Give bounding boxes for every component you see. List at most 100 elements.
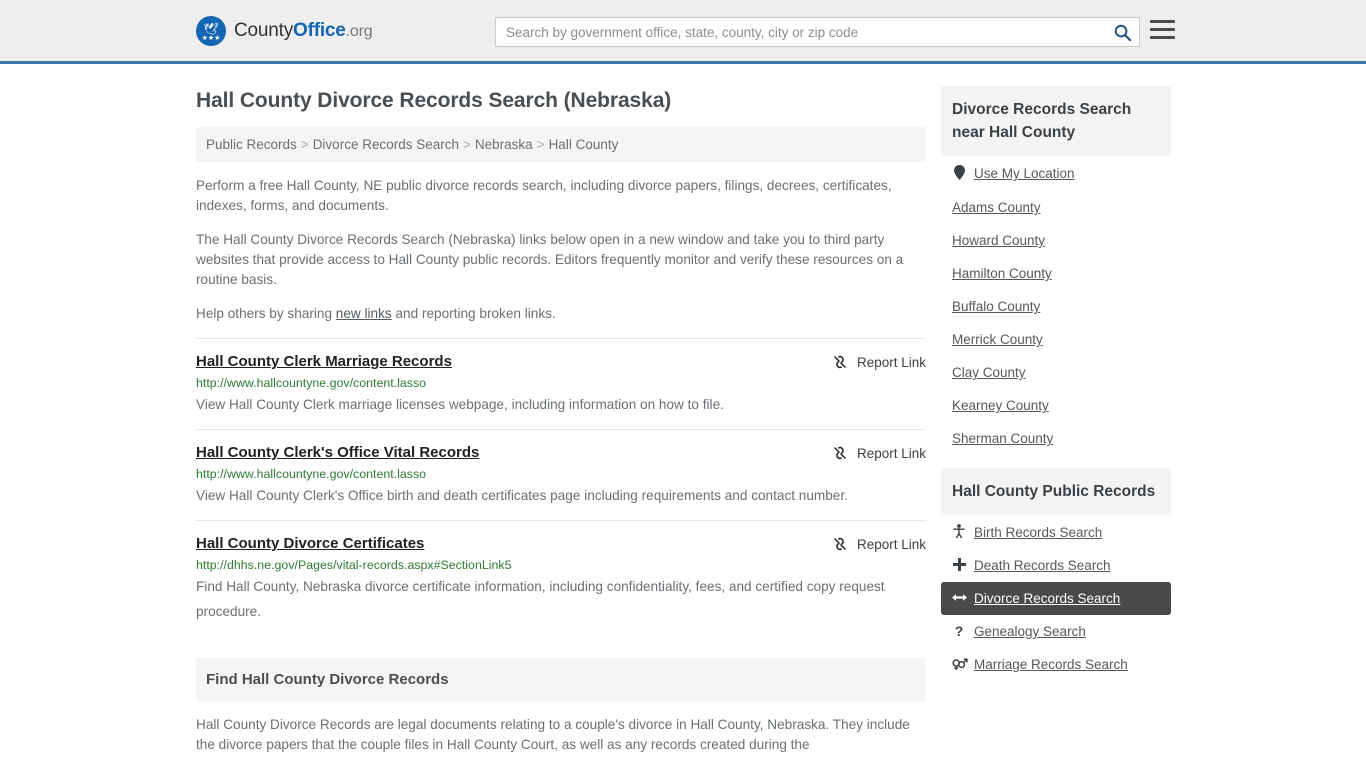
sidebar-link-label[interactable]: Divorce Records Search — [974, 591, 1120, 606]
sidebar-item-marriage-records-search[interactable]: Marriage Records Search — [941, 648, 1171, 681]
sidebar-link-label[interactable]: Hamilton County — [952, 266, 1052, 281]
report-link-label: Report Link — [856, 445, 926, 461]
breadcrumb-separator: > — [463, 137, 471, 152]
breadcrumb: Public Records > Divorce Records Search > Ne… — [196, 127, 926, 162]
search-bar[interactable] — [495, 17, 1140, 47]
report-link-label: Report Link — [856, 354, 926, 370]
breadcrumb-item-hall-county[interactable]: Hall County — [549, 137, 619, 152]
sidebar-link-label[interactable]: Clay County — [952, 365, 1026, 380]
sidebar-item-hamilton-county[interactable]: Hamilton County — [941, 257, 1171, 290]
search-input[interactable] — [496, 18, 1105, 46]
logo-text-org: .org — [345, 22, 373, 40]
share-suffix-text: and reporting broken links. — [391, 306, 556, 321]
intro-paragraph-1: Perform a free Hall County, NE public di… — [196, 178, 892, 213]
find-records-heading: Find Hall County Divorce Records — [196, 658, 926, 701]
sidebar-item-death-records-search[interactable]: Death Records Search — [941, 549, 1171, 582]
result-url: http://www.hallcountyne.gov/content.lass… — [196, 376, 427, 390]
report-link-label: Report Link — [856, 536, 926, 552]
intro-text: Perform a free Hall County, NE public di… — [196, 176, 926, 324]
search-button[interactable] — [1105, 18, 1139, 46]
stars-icon: ★★★ — [201, 34, 221, 42]
sidebar-item-divorce-records-search[interactable]: Divorce Records Search — [941, 582, 1171, 615]
hamburger-bar — [1150, 36, 1175, 39]
public-records-list: Birth Records Search Death Records Searc… — [941, 515, 1171, 681]
result-header: Hall County Divorce Certificates Report … — [196, 535, 926, 552]
report-link-button[interactable]: Report Link — [832, 353, 926, 370]
new-links-link[interactable]: new links — [336, 306, 392, 321]
sidebar-link-label[interactable]: Howard County — [952, 233, 1045, 248]
result-url: http://www.hallcountyne.gov/content.lass… — [196, 467, 427, 481]
result-title-link[interactable]: Hall County Divorce Certificates — [196, 535, 424, 552]
sidebar-link-label[interactable]: Merrick County — [952, 332, 1043, 347]
sidebar-item-adams-county[interactable]: Adams County — [941, 191, 1171, 224]
question-mark-icon: ? — [954, 623, 964, 639]
breadcrumb-separator: > — [536, 137, 545, 152]
page-container: Hall County Divorce Records Search (Nebr… — [0, 64, 1366, 755]
nearby-counties-card: Divorce Records Search near Hall County … — [941, 86, 1171, 455]
baby-icon — [952, 524, 966, 540]
sidebar-link-label[interactable]: Genealogy Search — [974, 624, 1086, 639]
sidebar-item-birth-records-search[interactable]: Birth Records Search — [941, 515, 1171, 549]
gender-symbols-icon — [952, 657, 968, 672]
breadcrumb-item-public-records[interactable]: Public Records — [206, 137, 297, 152]
report-link-button[interactable]: Report Link — [832, 444, 926, 461]
sidebar-link-label[interactable]: Sherman County — [952, 431, 1053, 446]
result-item: Hall County Clerk's Office Vital Records… — [196, 429, 926, 520]
breadcrumb-separator: > — [300, 137, 309, 152]
sidebar-link-label[interactable]: Adams County — [952, 200, 1041, 215]
logo-text-county: County — [234, 19, 294, 41]
sidebar-item-kearney-county[interactable]: Kearney County — [941, 389, 1171, 422]
sidebar: Divorce Records Search near Hall County … — [941, 64, 1171, 755]
logo-text: CountyOffice.org — [234, 19, 373, 42]
breadcrumb-item-divorce-records-search[interactable]: Divorce Records Search — [313, 137, 459, 152]
nearby-counties-list: Use My Location Adams County Howard Coun… — [941, 156, 1171, 455]
result-item: Hall County Clerk Marriage Records Repor… — [196, 338, 926, 429]
report-link-button[interactable]: Report Link — [832, 535, 926, 552]
sidebar-link-label[interactable]: Kearney County — [952, 398, 1049, 413]
sidebar-item-buffalo-county[interactable]: Buffalo County — [941, 290, 1171, 323]
sidebar-link-label[interactable]: Birth Records Search — [974, 525, 1102, 540]
sidebar-item-sherman-county[interactable]: Sherman County — [941, 422, 1171, 455]
sidebar-item-merrick-county[interactable]: Merrick County — [941, 323, 1171, 356]
result-description: Find Hall County, Nebraska divorce certi… — [196, 579, 885, 619]
intro-paragraph-2: The Hall County Divorce Records Search (… — [196, 232, 904, 287]
result-url: http://dhhs.ne.gov/Pages/vital-records.a… — [196, 558, 512, 572]
public-records-heading: Hall County Public Records — [941, 468, 1171, 515]
sidebar-link-label[interactable]: Buffalo County — [952, 299, 1040, 314]
broken-link-icon — [834, 446, 846, 460]
find-records-body: Hall County Divorce Records are legal do… — [196, 715, 926, 755]
result-item: Hall County Divorce Certificates Report … — [196, 520, 926, 636]
sidebar-item-use-my-location[interactable]: Use My Location — [941, 156, 1171, 191]
split-arrows-icon — [952, 592, 967, 605]
broken-link-icon — [834, 355, 846, 369]
site-logo[interactable]: 🕊 ★★★ CountyOffice.org — [196, 15, 373, 46]
search-icon — [1114, 24, 1131, 41]
cross-icon — [952, 558, 966, 573]
broken-link-icon — [834, 537, 846, 551]
sidebar-item-howard-county[interactable]: Howard County — [941, 224, 1171, 257]
result-description: View Hall County Clerk marriage licenses… — [196, 397, 724, 412]
map-pin-icon — [952, 165, 966, 182]
intro-paragraph-3: Help others by sharing new links and rep… — [196, 304, 926, 324]
result-title-link[interactable]: Hall County Clerk Marriage Records — [196, 353, 452, 370]
result-header: Hall County Clerk Marriage Records Repor… — [196, 353, 926, 370]
site-header: 🕊 ★★★ CountyOffice.org — [0, 0, 1366, 64]
logo-text-office: Office — [293, 19, 346, 41]
page-title: Hall County Divorce Records Search (Nebr… — [196, 89, 672, 112]
sidebar-item-clay-county[interactable]: Clay County — [941, 356, 1171, 389]
hamburger-bar — [1150, 28, 1175, 31]
nearby-counties-heading: Divorce Records Search near Hall County — [941, 86, 1171, 156]
find-records-paragraph: Hall County Divorce Records are legal do… — [196, 717, 910, 752]
main-content: Hall County Divorce Records Search (Nebr… — [196, 64, 926, 755]
breadcrumb-item-nebraska[interactable]: Nebraska — [475, 137, 533, 152]
result-header: Hall County Clerk's Office Vital Records… — [196, 444, 926, 461]
result-title-link[interactable]: Hall County Clerk's Office Vital Records — [196, 444, 479, 461]
sidebar-item-genealogy-search[interactable]: ? Genealogy Search — [941, 615, 1171, 648]
result-description: View Hall County Clerk's Office birth an… — [196, 488, 848, 503]
countyoffice-logo-icon: 🕊 ★★★ — [196, 15, 226, 46]
public-records-card: Hall County Public Records Birth Records… — [941, 468, 1171, 681]
sidebar-link-label[interactable]: Marriage Records Search — [974, 657, 1128, 672]
sidebar-link-label[interactable]: Use My Location — [974, 166, 1075, 181]
hamburger-menu-icon[interactable] — [1150, 20, 1175, 39]
sidebar-link-label[interactable]: Death Records Search — [974, 558, 1111, 573]
